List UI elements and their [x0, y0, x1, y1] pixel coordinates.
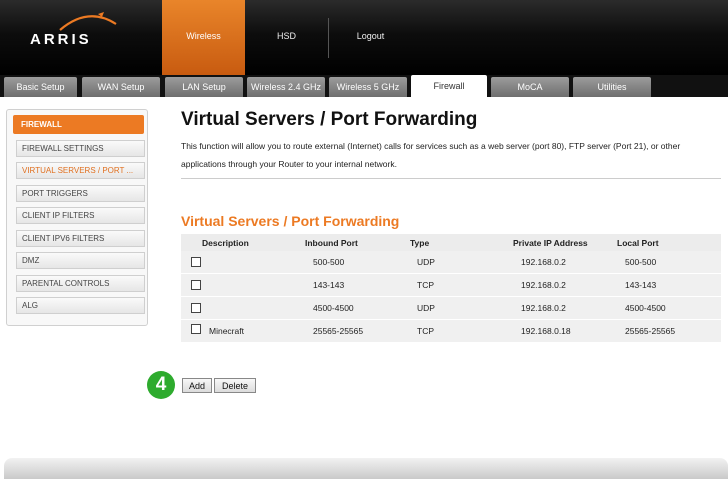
top-nav: Wireless HSD Logout — [162, 0, 412, 75]
topnav-wireless[interactable]: Wireless — [162, 0, 245, 75]
delete-button[interactable]: Delete — [214, 378, 256, 393]
sidebar-item-parental-controls[interactable]: PARENTAL CONTROLS — [16, 275, 145, 292]
page-title: Virtual Servers / Port Forwarding — [181, 109, 478, 130]
footer-bar — [4, 458, 728, 479]
tab-moca[interactable]: MoCA — [491, 77, 569, 97]
row-inbound-port: 500-500 — [313, 257, 345, 267]
row-type: TCP — [417, 326, 434, 336]
tab-wireless-24[interactable]: Wireless 2.4 GHz — [247, 77, 325, 97]
tab-bar: Basic Setup WAN Setup LAN Setup Wireless… — [0, 75, 728, 97]
tab-wireless-5[interactable]: Wireless 5 GHz — [329, 77, 407, 97]
table-row: 500-500 UDP 192.168.0.2 500-500 — [181, 251, 721, 274]
row-checkbox[interactable] — [191, 303, 201, 313]
add-button[interactable]: Add — [182, 378, 212, 393]
table-row: 4500-4500 UDP 192.168.0.2 4500-4500 — [181, 297, 721, 320]
sidebar-item-firewall-settings[interactable]: FIREWALL SETTINGS — [16, 140, 145, 157]
port-forwarding-table: Description Inbound Port Type Private IP… — [181, 234, 721, 343]
top-header: ARRIS Wireless HSD Logout — [0, 0, 728, 75]
tab-firewall[interactable]: Firewall — [411, 75, 487, 97]
sidebar-item-virtual-servers[interactable]: VIRTUAL SERVERS / PORT ... — [16, 162, 145, 179]
col-private-ip: Private IP Address — [513, 237, 588, 248]
row-local-port: 500-500 — [625, 257, 657, 267]
logo-arc-icon — [59, 12, 117, 31]
row-type: TCP — [417, 280, 434, 290]
row-private-ip: 192.168.0.18 — [521, 326, 571, 336]
row-type: UDP — [417, 303, 435, 313]
sidebar-item-client-ip-filters[interactable]: CLIENT IP FILTERS — [16, 207, 145, 224]
topnav-hsd[interactable]: HSD — [245, 0, 328, 75]
row-inbound-port: 25565-25565 — [313, 326, 364, 336]
divider — [181, 178, 721, 179]
table-header: Description Inbound Port Type Private IP… — [181, 234, 721, 251]
row-checkbox[interactable] — [191, 280, 201, 290]
sidebar-item-port-triggers[interactable]: PORT TRIGGERS — [16, 185, 145, 202]
row-inbound-port: 4500-4500 — [313, 303, 354, 313]
sidebar-item-dmz[interactable]: DMZ — [16, 252, 145, 269]
row-checkbox[interactable] — [191, 324, 201, 334]
row-private-ip: 192.168.0.2 — [521, 280, 566, 290]
col-local-port: Local Port — [617, 237, 659, 248]
section-title: Virtual Servers / Port Forwarding — [181, 213, 400, 229]
tab-basic-setup[interactable]: Basic Setup — [4, 77, 77, 97]
tab-wan-setup[interactable]: WAN Setup — [82, 77, 160, 97]
row-inbound-port: 143-143 — [313, 280, 345, 290]
sidebar: FIREWALL FIREWALL SETTINGS VIRTUAL SERVE… — [6, 109, 148, 326]
row-private-ip: 192.168.0.2 — [521, 257, 566, 267]
table-row: 143-143 TCP 192.168.0.2 143-143 — [181, 274, 721, 297]
tab-lan-setup[interactable]: LAN Setup — [165, 77, 243, 97]
row-local-port: 4500-4500 — [625, 303, 666, 313]
step-badge: 4 — [147, 371, 175, 399]
table-row: Minecraft 25565-25565 TCP 192.168.0.18 2… — [181, 320, 721, 343]
sidebar-item-alg[interactable]: ALG — [16, 297, 145, 314]
row-checkbox[interactable] — [191, 257, 201, 267]
row-type: UDP — [417, 257, 435, 267]
col-description: Description — [202, 237, 249, 248]
col-type: Type — [410, 237, 430, 248]
tab-utilities[interactable]: Utilities — [573, 77, 651, 97]
row-local-port: 25565-25565 — [625, 326, 676, 336]
row-private-ip: 192.168.0.2 — [521, 303, 566, 313]
row-description: Minecraft — [209, 326, 244, 336]
topnav-logout[interactable]: Logout — [329, 0, 412, 75]
sidebar-item-client-ipv6-filters[interactable]: CLIENT IPV6 FILTERS — [16, 230, 145, 247]
col-inbound-port: Inbound Port — [305, 237, 358, 248]
sidebar-heading: FIREWALL — [13, 115, 144, 134]
arris-logo: ARRIS — [30, 31, 92, 48]
page-description: This function will allow you to route ex… — [181, 141, 681, 169]
row-local-port: 143-143 — [625, 280, 657, 290]
